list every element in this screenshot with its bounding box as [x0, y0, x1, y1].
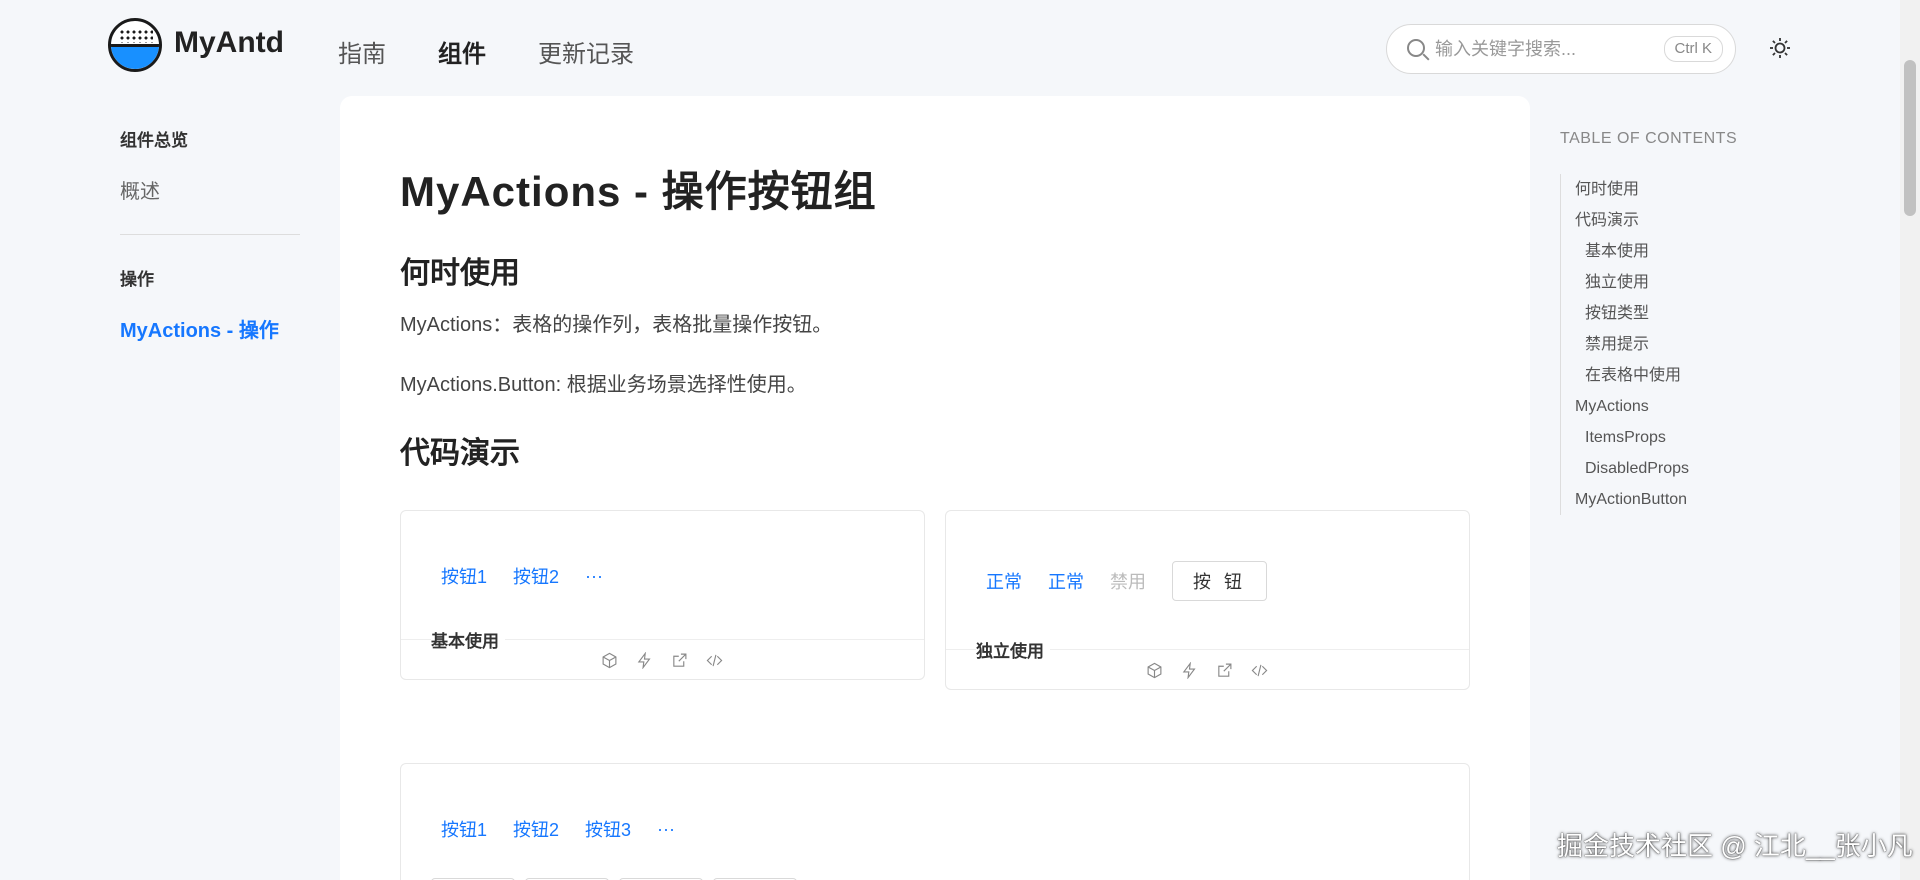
- basic-more-button[interactable]: ···: [585, 566, 603, 587]
- toc-item[interactable]: 在表格中使用: [1575, 360, 1820, 391]
- page-title: MyActions - 操作按钮组: [400, 168, 877, 215]
- logo-icon[interactable]: [108, 18, 162, 72]
- toc-item[interactable]: ItemsProps: [1575, 422, 1820, 453]
- codepen-icon[interactable]: [636, 651, 653, 670]
- toc-list: 何时使用 代码演示 基本使用 独立使用 按钮类型 禁用提示 在表格中使用 MyA…: [1560, 174, 1820, 515]
- sun-icon[interactable]: [1768, 36, 1792, 60]
- normal-button-1[interactable]: 正常: [986, 568, 1022, 594]
- search-shortcut-badge: Ctrl K: [1663, 36, 1723, 62]
- normal-button-2[interactable]: 正常: [1048, 568, 1084, 594]
- toc-title: TABLE OF CONTENTS: [1560, 130, 1738, 147]
- demo-independent: 正常 正常 禁用 按 钮 独立使用: [945, 510, 1470, 690]
- demo-independent-tools: [1146, 661, 1268, 680]
- demo-independent-label: 独立使用: [976, 637, 1050, 662]
- disabled-button: 禁用: [1110, 572, 1146, 592]
- types-button-2[interactable]: 按钮2: [513, 816, 559, 842]
- sidebar-divider: [120, 234, 300, 235]
- demo-basic-label: 基本使用: [431, 627, 505, 652]
- outline-button[interactable]: 按 钮: [1172, 561, 1268, 601]
- code-icon[interactable]: [706, 652, 723, 669]
- nav-guide[interactable]: 指南: [338, 34, 386, 69]
- left-sidebar: 组件总览 概述 操作 MyActions - 操作: [120, 126, 300, 343]
- types-button-3[interactable]: 按钮3: [585, 816, 631, 842]
- toc-item[interactable]: 代码演示: [1575, 205, 1820, 236]
- demo-button-types: 按钮1 按钮2 按钮3 ···: [400, 763, 1470, 880]
- intro-paragraph: MyActions：表格的操作列，表格批量操作按钮。: [400, 314, 833, 336]
- toc-item[interactable]: 基本使用: [1575, 236, 1820, 267]
- nav-components[interactable]: 组件: [438, 34, 486, 69]
- codepen-icon[interactable]: [1181, 661, 1198, 680]
- button-paragraph: MyActions.Button: 根据业务场景选择性使用。: [400, 374, 807, 396]
- demo-independent-actions: 正常 正常 禁用 按 钮: [986, 561, 1268, 601]
- sidebar-item-myactions[interactable]: MyActions - 操作: [120, 314, 300, 343]
- page-scrollbar[interactable]: [1900, 0, 1920, 880]
- scrollbar-thumb[interactable]: [1904, 60, 1916, 216]
- search-box[interactable]: Ctrl K: [1386, 24, 1736, 74]
- top-nav: 指南 组件 更新记录: [338, 34, 634, 69]
- demo-basic-actions: 按钮1 按钮2 ···: [441, 563, 603, 589]
- sidebar-group-overview: 组件总览: [120, 131, 188, 150]
- toc-item[interactable]: 独立使用: [1575, 267, 1820, 298]
- table-of-contents: TABLE OF CONTENTS 何时使用 代码演示 基本使用 独立使用 按钮…: [1560, 130, 1820, 515]
- watermark: 掘金技术社区 @ 江北__张小凡: [1557, 831, 1913, 861]
- search-icon: [1407, 39, 1425, 57]
- toc-item[interactable]: 何时使用: [1575, 174, 1820, 205]
- main-content: MyActions - 操作按钮组 何时使用 MyActions：表格的操作列，…: [340, 96, 1530, 880]
- nav-changelog[interactable]: 更新记录: [538, 34, 634, 69]
- search-input[interactable]: [1435, 35, 1645, 63]
- top-header: MyAntd 指南 组件 更新记录 Ctrl K: [0, 0, 1900, 98]
- basic-button-1[interactable]: 按钮1: [441, 563, 487, 589]
- types-button-1[interactable]: 按钮1: [441, 816, 487, 842]
- code-icon[interactable]: [1251, 662, 1268, 679]
- demo-types-actions: 按钮1 按钮2 按钮3 ···: [441, 816, 675, 842]
- toc-item[interactable]: 禁用提示: [1575, 329, 1820, 360]
- codesandbox-icon[interactable]: [1146, 662, 1163, 679]
- demo-basic: 按钮1 按钮2 ··· 基本使用: [400, 510, 925, 680]
- external-link-icon[interactable]: [1216, 662, 1233, 679]
- toc-item[interactable]: 按钮类型: [1575, 298, 1820, 329]
- sidebar-item-overview[interactable]: 概述: [120, 175, 300, 204]
- demo-basic-tools: [601, 651, 723, 670]
- toc-item[interactable]: MyActionButton: [1575, 484, 1820, 515]
- types-more-button[interactable]: ···: [657, 819, 675, 840]
- toc-item[interactable]: DisabledProps: [1575, 453, 1820, 484]
- section-demos: 代码演示: [400, 437, 520, 470]
- sidebar-group-actions: 操作: [120, 270, 154, 289]
- codesandbox-icon[interactable]: [601, 652, 618, 669]
- external-link-icon[interactable]: [671, 652, 688, 669]
- section-when-to-use: 何时使用: [400, 257, 520, 290]
- brand-name[interactable]: MyAntd: [174, 26, 284, 60]
- basic-button-2[interactable]: 按钮2: [513, 563, 559, 589]
- toc-item[interactable]: MyActions: [1575, 391, 1820, 422]
